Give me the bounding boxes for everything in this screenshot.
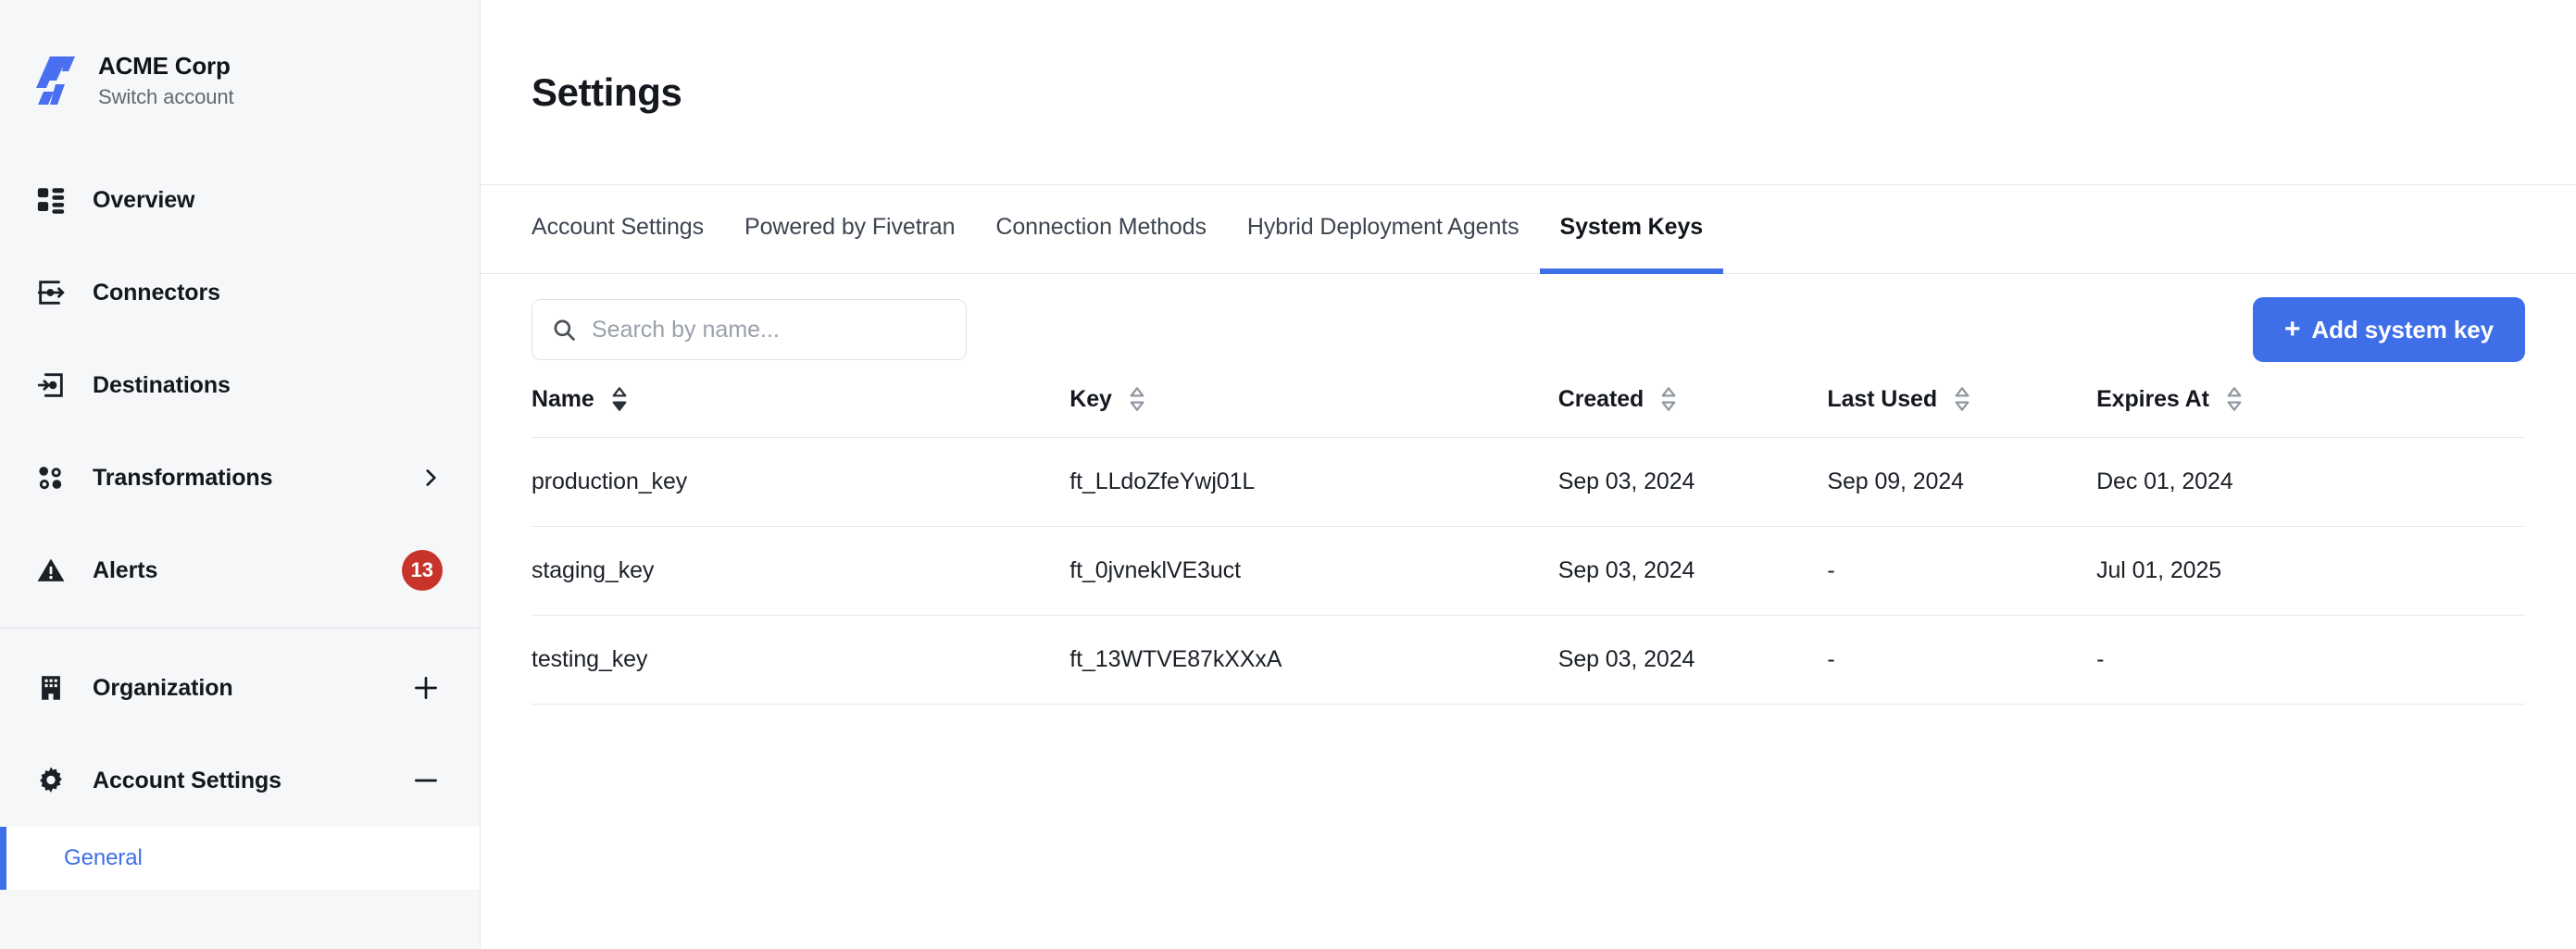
sidebar-item-organization[interactable]: Organization bbox=[0, 642, 480, 734]
column-header-last-used[interactable]: Last Used bbox=[1827, 385, 2097, 438]
column-label: Expires At bbox=[2096, 385, 2209, 412]
tab-powered-by-fivetran[interactable]: Powered by Fivetran bbox=[724, 185, 975, 274]
table-header-row: Name Key Created Last Used Expires At bbox=[531, 385, 2525, 438]
page-header: Settings bbox=[481, 0, 2576, 185]
add-system-key-label: Add system key bbox=[2311, 315, 2494, 343]
cell-expires-at: Dec 01, 2024 bbox=[2096, 437, 2525, 527]
column-label: Last Used bbox=[1827, 385, 1938, 412]
table-toolbar: + Add system key bbox=[481, 274, 2576, 385]
cell-key: ft_0jvneklVE3uct bbox=[1069, 526, 1558, 616]
page-title: Settings bbox=[531, 69, 682, 114]
cell-name: production_key bbox=[531, 437, 1070, 527]
column-header-name[interactable]: Name bbox=[531, 385, 1070, 438]
column-header-created[interactable]: Created bbox=[1557, 385, 1828, 438]
cell-key: ft_13WTVE87kXXxA bbox=[1069, 615, 1558, 705]
cell-created: Sep 03, 2024 bbox=[1557, 615, 1828, 705]
cell-expires-at: - bbox=[2096, 615, 2525, 705]
table-body: production_key ft_LLdoZfeYwj01L Sep 03, … bbox=[531, 437, 2525, 705]
system-keys-table-container: Name Key Created Last Used Expires At pr… bbox=[481, 385, 2576, 705]
building-icon bbox=[33, 670, 69, 706]
sidebar-item-label: Overview bbox=[93, 186, 195, 213]
switch-account-label: Switch account bbox=[98, 85, 234, 108]
cell-last-used: - bbox=[1827, 615, 2097, 705]
column-header-expires-at[interactable]: Expires At bbox=[2096, 385, 2525, 438]
alert-triangle-icon bbox=[33, 553, 69, 588]
system-keys-table: Name Key Created Last Used Expires At pr… bbox=[531, 385, 2525, 705]
sort-icon[interactable] bbox=[1127, 385, 1147, 413]
sidebar-item-account-settings[interactable]: Account Settings bbox=[0, 734, 480, 827]
sort-icon[interactable] bbox=[1658, 385, 1679, 413]
sidebar-item-label: Transformations bbox=[93, 464, 273, 491]
cell-created: Sep 03, 2024 bbox=[1557, 437, 1828, 527]
plus-icon: + bbox=[2283, 314, 2301, 344]
table-row[interactable]: testing_key ft_13WTVE87kXXxA Sep 03, 202… bbox=[531, 615, 2525, 705]
cell-last-used: Sep 09, 2024 bbox=[1827, 437, 2097, 527]
alerts-badge: 13 bbox=[401, 550, 443, 591]
add-system-key-button[interactable]: + Add system key bbox=[2252, 297, 2525, 362]
column-label: Key bbox=[1069, 385, 1112, 412]
cell-expires-at: Jul 01, 2025 bbox=[2096, 526, 2525, 616]
sidebar-divider bbox=[0, 628, 480, 629]
sidebar-item-transformations[interactable]: Transformations bbox=[0, 431, 480, 524]
cell-created: Sep 03, 2024 bbox=[1557, 526, 1828, 616]
acme-logo-icon bbox=[31, 55, 78, 106]
gear-icon bbox=[33, 763, 69, 798]
sort-icon-active[interactable] bbox=[609, 385, 630, 413]
sidebar-item-label: Account Settings bbox=[93, 767, 281, 793]
search-input[interactable] bbox=[592, 316, 947, 343]
account-name: ACME Corp bbox=[98, 52, 231, 80]
sidebar-subitem-label: General bbox=[64, 845, 143, 870]
sidebar-item-label: Alerts bbox=[93, 556, 158, 583]
column-label: Name bbox=[531, 385, 594, 412]
search-box[interactable] bbox=[531, 299, 967, 360]
sidebar-item-general[interactable]: General bbox=[0, 827, 480, 890]
tab-account-settings[interactable]: Account Settings bbox=[531, 185, 724, 274]
sidebar-item-label: Destinations bbox=[93, 371, 231, 398]
minus-icon[interactable] bbox=[409, 764, 443, 797]
tab-system-keys[interactable]: System Keys bbox=[1539, 185, 1724, 274]
sidebar: ACME Corp Switch account Overview Connec… bbox=[0, 0, 481, 949]
app-root: ACME Corp Switch account Overview Connec… bbox=[0, 0, 2576, 949]
sidebar-item-alerts[interactable]: Alerts 13 bbox=[0, 524, 480, 617]
column-label: Created bbox=[1557, 385, 1644, 412]
plus-icon[interactable] bbox=[409, 671, 443, 705]
tab-bar: Account Settings Powered by Fivetran Con… bbox=[481, 185, 2576, 274]
sidebar-item-label: Connectors bbox=[93, 279, 220, 306]
cell-name: staging_key bbox=[531, 526, 1070, 616]
column-header-key[interactable]: Key bbox=[1069, 385, 1558, 438]
sort-icon[interactable] bbox=[1952, 385, 1972, 413]
sidebar-item-label: Organization bbox=[93, 674, 233, 701]
connectors-icon bbox=[33, 275, 69, 310]
table-row[interactable]: staging_key ft_0jvneklVE3uct Sep 03, 202… bbox=[531, 526, 2525, 616]
sidebar-item-destinations[interactable]: Destinations bbox=[0, 339, 480, 431]
cell-last-used: - bbox=[1827, 526, 2097, 616]
brand-account-switcher[interactable]: ACME Corp Switch account bbox=[0, 0, 480, 109]
main-content: Settings Account Settings Powered by Fiv… bbox=[481, 0, 2576, 949]
sort-icon[interactable] bbox=[2224, 385, 2245, 413]
cell-key: ft_LLdoZfeYwj01L bbox=[1069, 437, 1558, 527]
sidebar-nav: Overview Connectors Destinations Transfo… bbox=[0, 154, 480, 890]
tab-connection-methods[interactable]: Connection Methods bbox=[975, 185, 1227, 274]
transformations-icon bbox=[33, 460, 69, 495]
destinations-icon bbox=[33, 368, 69, 403]
cell-name: testing_key bbox=[531, 615, 1070, 705]
search-icon bbox=[551, 317, 577, 343]
sidebar-item-overview[interactable]: Overview bbox=[0, 154, 480, 246]
chevron-right-icon[interactable] bbox=[419, 466, 443, 490]
tab-hybrid-deployment-agents[interactable]: Hybrid Deployment Agents bbox=[1227, 185, 1540, 274]
table-row[interactable]: production_key ft_LLdoZfeYwj01L Sep 03, … bbox=[531, 437, 2525, 527]
dashboard-icon bbox=[33, 182, 69, 218]
sidebar-item-connectors[interactable]: Connectors bbox=[0, 246, 480, 339]
table-head: Name Key Created Last Used Expires At bbox=[531, 385, 2525, 438]
